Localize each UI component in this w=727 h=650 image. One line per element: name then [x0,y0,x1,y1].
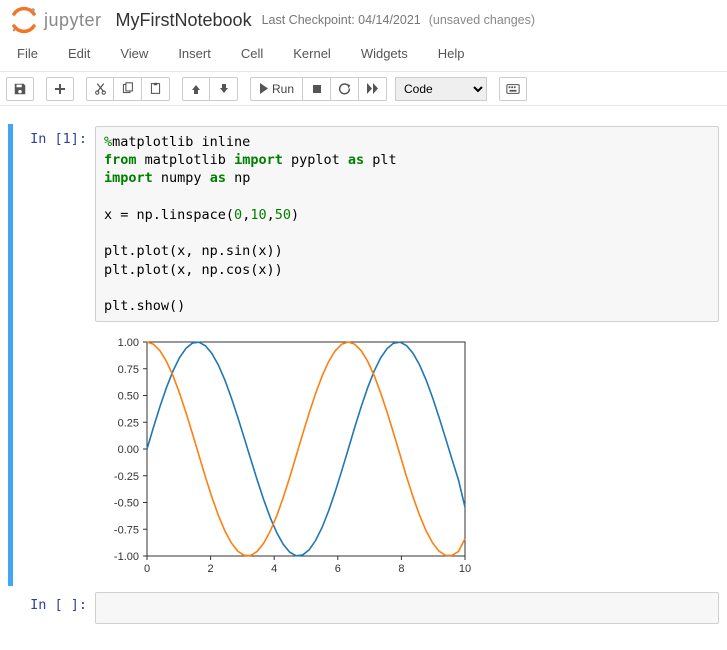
arrow-down-icon [218,83,230,95]
notebook-container: In [1]: %matplotlib inline from matplotl… [0,106,727,638]
code-input[interactable] [95,592,719,624]
arrow-up-icon [190,83,202,95]
jupyter-brand[interactable]: jupyter [44,10,102,31]
svg-text:-0.25: -0.25 [114,471,139,483]
svg-text:0.50: 0.50 [118,391,139,403]
play-icon [259,83,268,94]
menu-bar: FileEditViewInsertCellKernelWidgetsHelp [0,38,727,72]
menu-help[interactable]: Help [423,40,480,67]
menu-widgets[interactable]: Widgets [346,40,423,67]
cell-output: 0 2 4 6 8 10 -1.00 -0.75 -0.50 -0.25 0.00 0.25 0.50 0… [95,322,719,584]
code-input[interactable]: %matplotlib inline from matplotlib impor… [95,126,719,322]
menu-insert[interactable]: Insert [163,40,226,67]
save-icon [13,82,27,96]
notebook-title[interactable]: MyFirstNotebook [116,10,252,31]
menu-edit[interactable]: Edit [53,40,105,67]
restart-button[interactable] [331,77,359,101]
svg-text:2: 2 [208,563,214,575]
toolbar: Run CodeMarkdownRaw NBConvertHeading- [0,72,727,106]
interrupt-button[interactable] [303,77,331,101]
svg-text:6: 6 [335,563,341,575]
cell-type-select[interactable]: CodeMarkdownRaw NBConvertHeading- [395,77,487,101]
svg-text:0.75: 0.75 [118,364,139,376]
restart-run-all-button[interactable] [359,77,387,101]
svg-text:8: 8 [398,563,404,575]
restart-icon [338,82,351,95]
menu-cell[interactable]: Cell [226,40,278,67]
code-cell[interactable]: In [1]: %matplotlib inline from matplotl… [8,124,719,586]
move-up-button[interactable] [182,77,210,101]
jupyter-logo-icon[interactable] [10,6,38,34]
code-cell[interactable]: In [ ]: [8,590,719,626]
menu-kernel[interactable]: Kernel [278,40,346,67]
svg-text:-1.00: -1.00 [114,551,139,563]
unsaved-indicator: (unsaved changes) [429,13,535,27]
checkpoint-info: Last Checkpoint: 04/14/2021 [262,13,421,27]
menu-file[interactable]: File [2,40,53,67]
command-palette-button[interactable] [499,77,527,101]
header-bar: jupyter MyFirstNotebook Last Checkpoint:… [0,0,727,38]
paste-icon [149,82,162,95]
plus-icon [54,83,66,95]
paste-button[interactable] [142,77,170,101]
stop-icon [312,84,322,94]
menu-view[interactable]: View [105,40,163,67]
svg-text:1.00: 1.00 [118,337,139,349]
svg-text:10: 10 [459,563,471,575]
save-button[interactable] [6,77,34,101]
move-down-button[interactable] [210,77,238,101]
cut-button[interactable] [86,77,114,101]
cut-icon [94,82,107,95]
copy-button[interactable] [114,77,142,101]
fast-forward-icon [366,83,379,94]
svg-text:4: 4 [271,563,277,575]
input-prompt: In [ ]: [13,592,95,624]
output-plot: 0 2 4 6 8 10 -1.00 -0.75 -0.50 -0.25 0.00 0.25 0.50 0… [95,332,475,584]
svg-text:0.00: 0.00 [118,444,139,456]
input-prompt: In [1]: [13,126,95,584]
svg-text:0: 0 [144,563,150,575]
keyboard-icon [506,83,520,95]
copy-icon [121,82,134,95]
svg-text:-0.75: -0.75 [114,524,139,536]
svg-text:-0.50: -0.50 [114,498,139,510]
svg-text:0.25: 0.25 [118,417,139,429]
run-button[interactable]: Run [250,77,303,101]
add-cell-button[interactable] [46,77,74,101]
